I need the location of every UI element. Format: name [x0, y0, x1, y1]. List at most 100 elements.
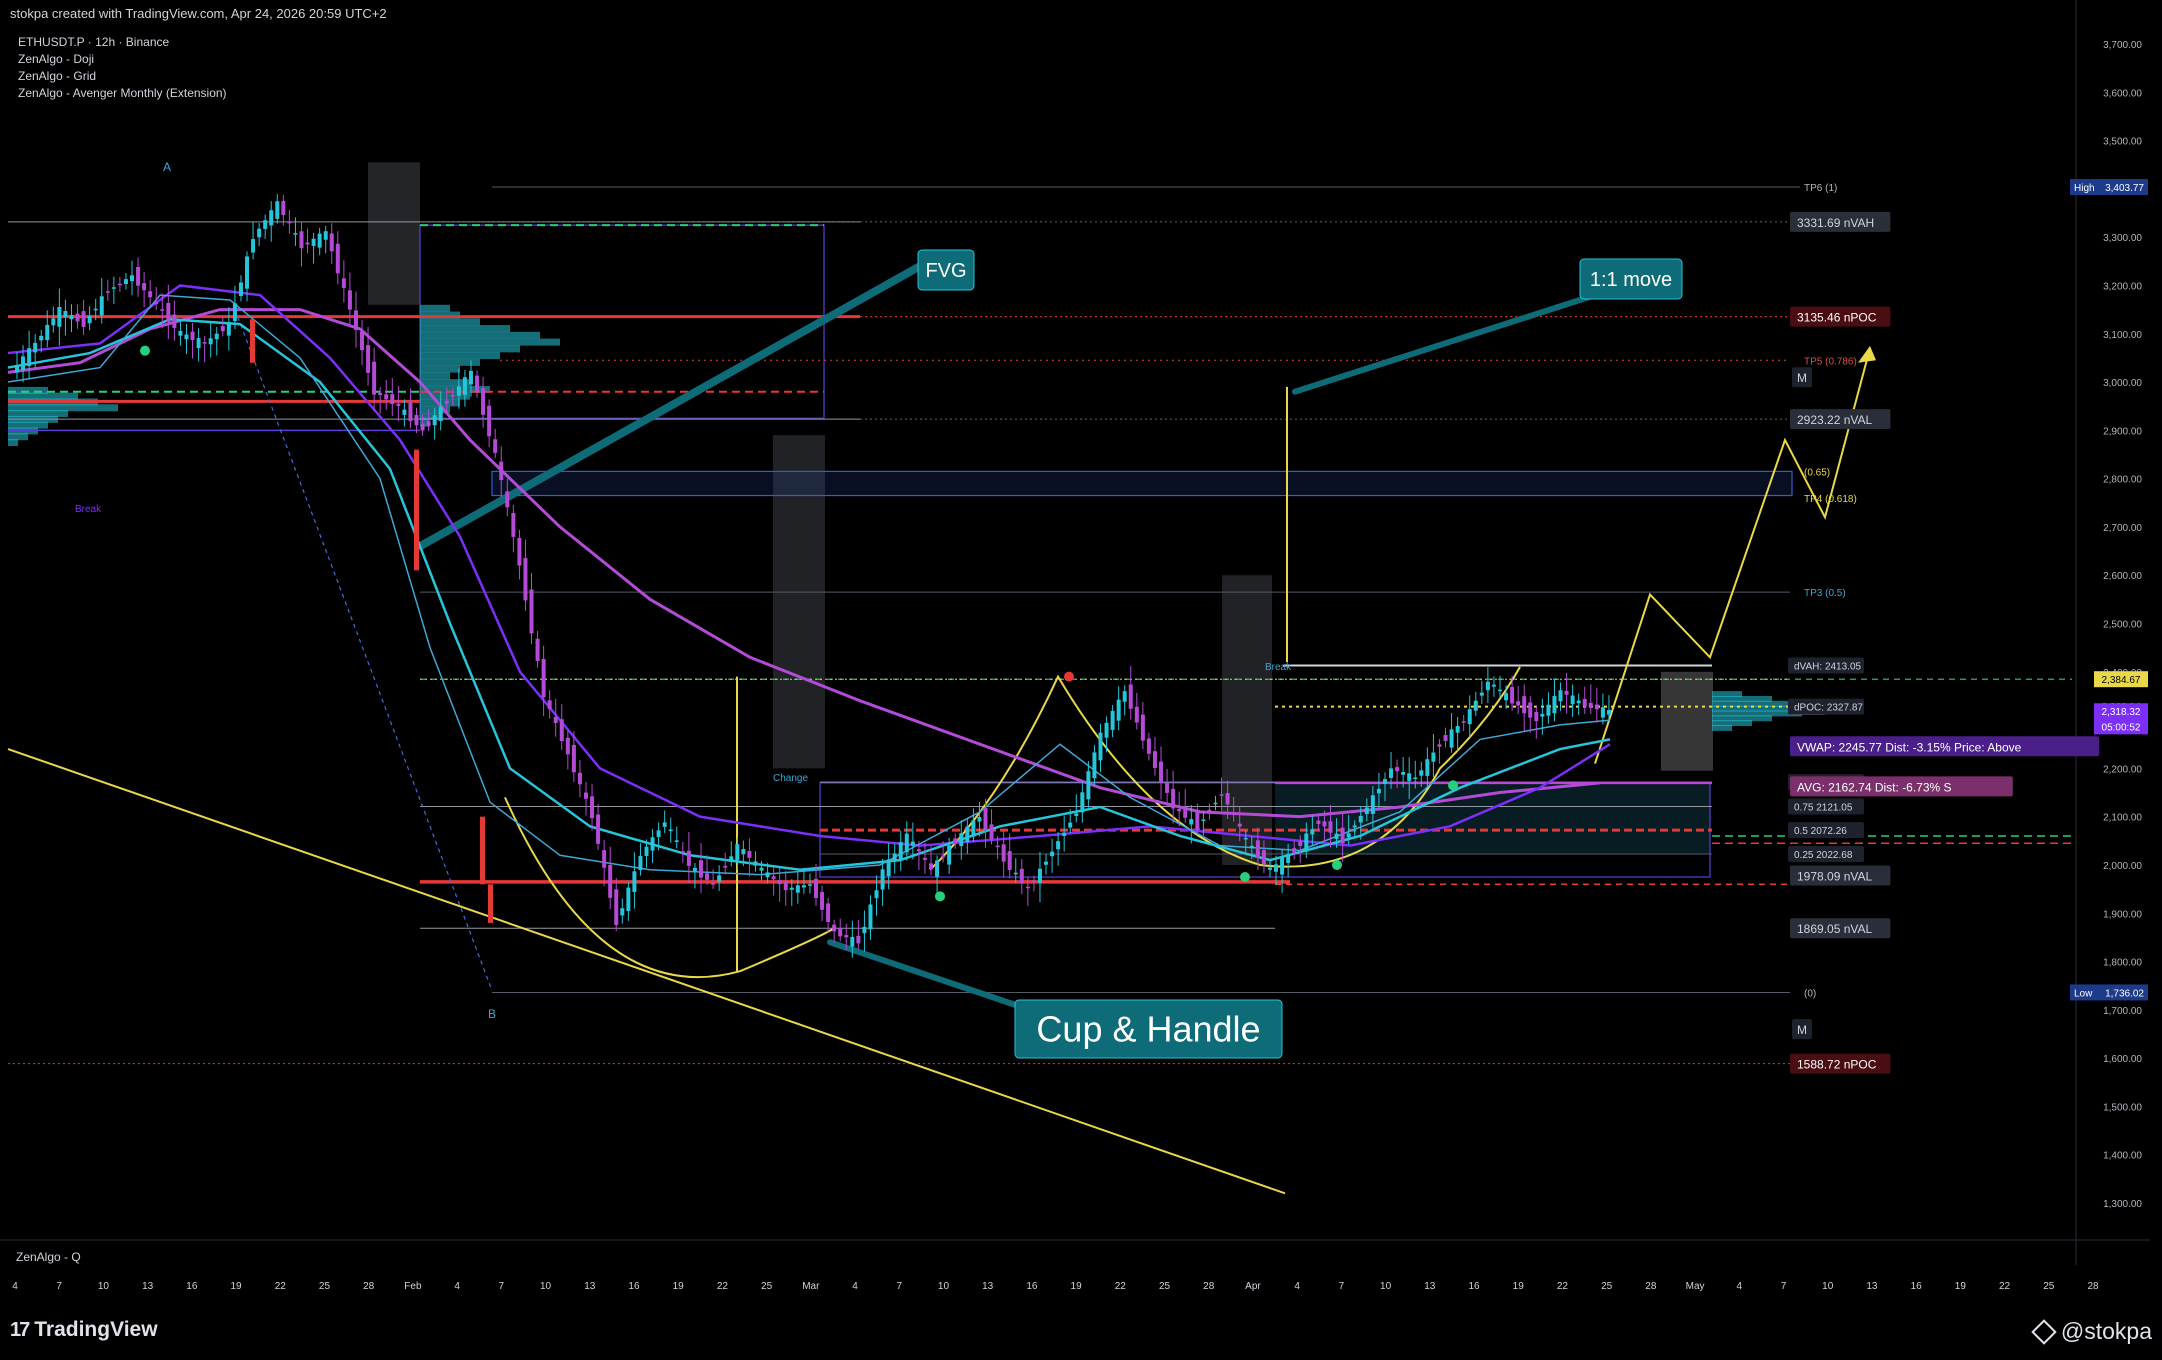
candle	[1110, 705, 1115, 738]
x-tick-label: 10	[938, 1281, 950, 1292]
candle-body	[123, 279, 128, 285]
candle	[1582, 686, 1587, 715]
candle-body	[971, 820, 976, 837]
gray-zone-3	[1222, 575, 1272, 865]
candle-body	[1540, 713, 1545, 717]
candle	[535, 630, 540, 668]
candle-body	[820, 891, 825, 910]
candle-body	[1050, 851, 1055, 857]
candle-body	[51, 318, 56, 326]
candle	[1056, 832, 1061, 866]
y-tick-label: 1,400.00	[2103, 1151, 2142, 1162]
x-tick-label: 7	[499, 1281, 505, 1292]
candle	[517, 529, 522, 580]
candle-body	[493, 439, 498, 453]
candle	[353, 291, 358, 348]
author-tag[interactable]: @stokpa	[2031, 1318, 2152, 1345]
candle-body	[1340, 827, 1345, 844]
x-tick-label: 25	[1601, 1281, 1613, 1292]
candle-body	[1528, 702, 1533, 718]
fib-label: (0)	[1804, 988, 1816, 999]
fib-label: TP5 (0.786)	[1804, 356, 1857, 367]
candle-body	[154, 302, 159, 305]
cup-pointer	[827, 939, 1033, 1013]
label-break-left: Break	[75, 504, 102, 515]
candle-body	[1098, 732, 1103, 761]
x-tick-label: 7	[1781, 1281, 1787, 1292]
candle-body	[1467, 709, 1472, 725]
price-chart[interactable]: A B Break Break Change FVG 1:1 move Cup & Handl…	[0, 0, 2162, 1302]
candle-body	[759, 867, 764, 871]
candle-body	[1606, 709, 1611, 715]
x-tick-label: 10	[540, 1281, 552, 1292]
candle-body	[953, 838, 958, 844]
candle-body	[1189, 819, 1194, 825]
candle	[553, 698, 558, 737]
candle	[184, 323, 189, 355]
candle-body	[1443, 735, 1448, 741]
candle	[1019, 859, 1024, 895]
candle-body	[1298, 841, 1303, 846]
tradingview-logo[interactable]: 17 TradingView	[10, 1318, 158, 1342]
candle	[953, 833, 958, 849]
candle	[1050, 838, 1055, 873]
candle	[136, 257, 141, 297]
candle	[1467, 695, 1472, 737]
candle-body	[232, 303, 237, 321]
candle-red	[250, 319, 255, 363]
x-tick-label: 19	[231, 1281, 243, 1292]
candle	[602, 839, 607, 886]
candle	[75, 304, 80, 329]
candle	[402, 399, 407, 427]
grid-label: 0.25 2022.68	[1788, 846, 1864, 863]
candle-body	[1080, 792, 1085, 813]
price-tag: VWAP: 2245.77 Dist: -3.15% Price: Above	[1790, 736, 2100, 757]
price-tag-text: 1869.05 nVAL	[1797, 922, 1873, 936]
candle-body	[487, 405, 492, 437]
candle	[1207, 803, 1212, 820]
candle	[1165, 768, 1170, 807]
candle	[680, 841, 685, 863]
y-tick-label: 3,600.00	[2103, 88, 2142, 99]
candle-body	[438, 407, 443, 422]
candle-body	[614, 889, 619, 926]
candle-body	[892, 853, 897, 860]
label-point-b: B	[488, 1007, 496, 1021]
candle-body	[293, 233, 298, 235]
candle-body	[904, 833, 909, 853]
candle	[226, 307, 231, 351]
candle-body	[571, 744, 576, 773]
y-tick-label: 1,500.00	[2103, 1102, 2142, 1113]
candle-body	[226, 322, 231, 336]
candle	[105, 279, 110, 301]
candle	[1013, 858, 1018, 883]
candle	[148, 280, 153, 306]
y-tick-label: 1,800.00	[2103, 958, 2142, 969]
axis-price-tag-text: 2,384.67	[2102, 675, 2141, 686]
candle-body	[287, 221, 292, 224]
x-tick-label: 4	[1294, 1281, 1300, 1292]
candle-red	[414, 449, 419, 571]
candle-body	[523, 558, 528, 601]
x-tick-label: Apr	[1245, 1281, 1261, 1292]
candle-body	[468, 370, 473, 385]
x-tick-label: 22	[717, 1281, 729, 1292]
candle-body	[220, 326, 225, 332]
y-tick-label: 3,100.00	[2103, 330, 2142, 341]
m-marker-text: M	[1797, 1023, 1807, 1037]
volume-bar	[420, 338, 560, 346]
candle-body	[608, 864, 613, 898]
candle	[263, 214, 268, 239]
candle-body	[771, 876, 776, 879]
price-axis[interactable]: High3,403.77Low1,736.022,384.672,328.942…	[2070, 179, 2148, 1001]
candle-body	[1001, 844, 1006, 862]
x-tick-label: 13	[584, 1281, 596, 1292]
volume-bar	[420, 325, 510, 333]
candle-body	[1407, 773, 1412, 781]
x-tick-label: 16	[1026, 1281, 1038, 1292]
gray-zone-4	[1661, 671, 1713, 771]
candle	[493, 428, 498, 459]
candle	[257, 223, 262, 247]
candle-body	[360, 331, 365, 351]
candle	[1007, 833, 1012, 879]
